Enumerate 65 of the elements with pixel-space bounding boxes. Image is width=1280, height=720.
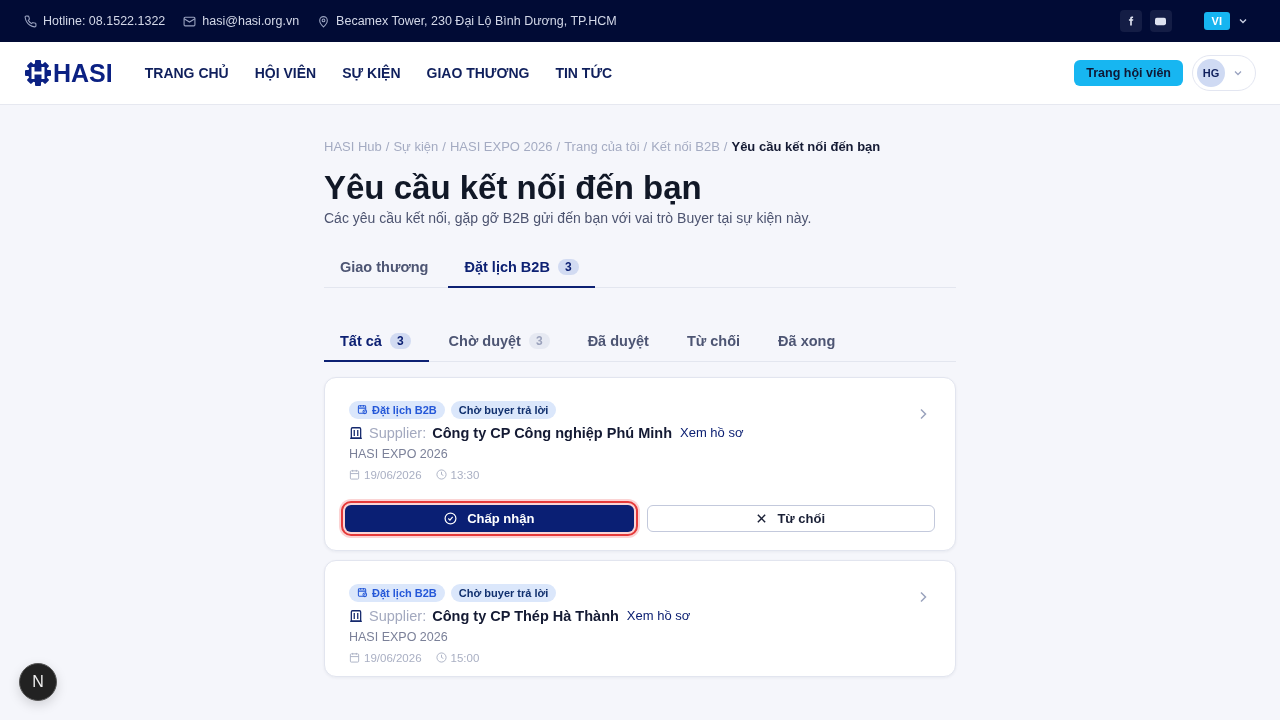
breadcrumb-separator: / xyxy=(643,139,648,154)
count-badge: 3 xyxy=(528,332,550,349)
filter-tab[interactable]: Đã xong xyxy=(762,323,854,362)
check-circle-icon xyxy=(444,511,458,525)
request-card[interactable]: Đặt lịch B2B Chờ buyer trả lời Supplier: Công ty CP Công nghiệp Phú Minh Xem hồ sơ HASI EXPO 2026 19/06/2026 13:30 Chấp nhận Từ chối xyxy=(324,376,956,551)
chevron-down-icon[interactable] xyxy=(1238,16,1248,26)
nav-link[interactable]: TIN TỨC xyxy=(555,65,613,81)
nav-link[interactable]: GIAO THƯƠNG xyxy=(426,65,530,81)
breadcrumb-separator: / xyxy=(442,139,446,154)
nav-link[interactable]: TRANG CHỦ xyxy=(144,65,229,81)
tab[interactable]: Giao thương xyxy=(324,249,445,288)
dev-badge[interactable]: N xyxy=(19,663,57,701)
logo-text[interactable]: HASI xyxy=(53,58,113,88)
location-pin-icon xyxy=(317,14,331,28)
phone-icon xyxy=(24,14,37,28)
event-name: HASI EXPO 2026 xyxy=(349,446,449,461)
time-text: 15:00 xyxy=(450,651,480,664)
mail-icon xyxy=(183,14,197,28)
page-title: Yêu cầu kết nối đến bạn xyxy=(324,168,703,208)
request-card[interactable]: Đặt lịch B2B Chờ buyer trả lời Supplier: Công ty CP Thép Hà Thành Xem hồ sơ HASI EXPO 2026 19/06/2026 15:00 xyxy=(324,559,956,677)
avatar: HG xyxy=(1197,59,1225,87)
address-text: Becamex Tower, 230 Đại Lộ Bình Dương, TP.HCM xyxy=(336,14,617,28)
type-tag-label: Đặt lịch B2B xyxy=(372,586,437,599)
filter-tab[interactable]: Chờ duyệt 3 xyxy=(432,323,568,362)
calendar-icon xyxy=(349,652,360,664)
member-page-button[interactable]: Trang hội viên xyxy=(1074,60,1183,86)
filter-tab[interactable]: Tất cả 3 xyxy=(324,323,429,362)
clock-icon xyxy=(435,469,447,481)
filter-tab[interactable]: Đã duyệt xyxy=(571,323,667,362)
clock-icon xyxy=(435,652,447,664)
breadcrumb-current: Yêu cầu kết nối đến bạn xyxy=(731,139,881,154)
view-profile-link[interactable]: Xem hồ sơ xyxy=(680,425,744,441)
calendar-icon xyxy=(349,469,360,481)
company-name: Công ty CP Thép Hà Thành xyxy=(432,607,619,624)
chevron-down-icon xyxy=(1233,68,1243,78)
role-label: Supplier: xyxy=(369,424,427,441)
count-badge: 3 xyxy=(557,258,579,275)
date-text: 19/06/2026 xyxy=(364,651,422,664)
building-icon xyxy=(349,608,363,623)
email-text: hasi@hasi.org.vn xyxy=(202,14,300,28)
type-tag-label: Đặt lịch B2B xyxy=(372,403,437,416)
nav-link[interactable]: HỘI VIÊN xyxy=(254,65,317,81)
reject-button[interactable]: Từ chối xyxy=(646,504,935,532)
building-icon xyxy=(349,425,363,440)
close-icon xyxy=(756,512,768,524)
status-tag: Chờ buyer trả lời xyxy=(450,583,557,602)
tab[interactable]: Đặt lịch B2B 3 xyxy=(448,249,595,288)
page-subtitle: Các yêu cầu kết nối, gặp gỡ B2B gửi đến bạn với vai trò Buyer tại sự kiện này. xyxy=(324,209,813,226)
calendar-clock-icon xyxy=(357,587,368,599)
view-profile-link[interactable]: Xem hồ sơ xyxy=(626,608,691,624)
company-name: Công ty CP Công nghiệp Phú Minh xyxy=(432,424,672,441)
role-label: Supplier: xyxy=(369,607,427,624)
nav-link[interactable]: SỰ KIỆN xyxy=(342,65,401,81)
breadcrumb-separator: / xyxy=(723,139,728,154)
calendar-clock-icon xyxy=(357,404,368,416)
date-text: 19/06/2026 xyxy=(364,468,422,481)
count-badge: 3 xyxy=(389,332,411,349)
event-name: HASI EXPO 2026 xyxy=(349,629,449,644)
status-tag: Chờ buyer trả lời xyxy=(450,400,557,419)
breadcrumb-separator: / xyxy=(556,139,561,154)
time-text: 13:30 xyxy=(450,468,480,481)
breadcrumb-separator: / xyxy=(385,139,390,154)
filter-tab[interactable]: Từ chối xyxy=(670,323,759,362)
video-icon[interactable] xyxy=(1155,16,1167,26)
hotline-text: Hotline: 08.1522.1322 xyxy=(43,14,166,28)
